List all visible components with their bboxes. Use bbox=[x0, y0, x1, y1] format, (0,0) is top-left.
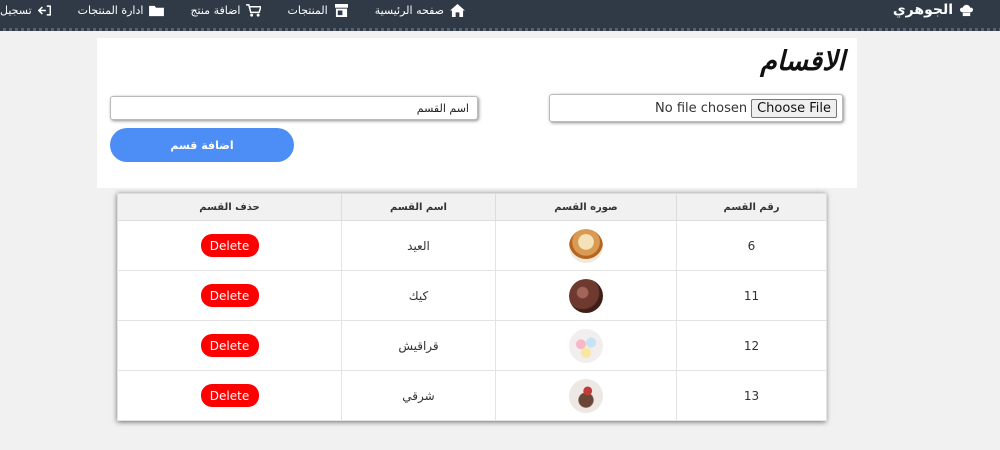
folder-icon bbox=[149, 5, 165, 16]
nav-links: صفحه الرئيسية المنتجات اضافة منتج ادارة … bbox=[0, 0, 465, 20]
cart-icon bbox=[246, 3, 262, 17]
page-title: الاقسام bbox=[760, 46, 845, 77]
chef-hat-icon bbox=[960, 4, 973, 16]
column-header-image: صوره القسم bbox=[495, 193, 677, 221]
choose-file-button[interactable]: Choose File bbox=[751, 98, 837, 118]
category-id: 6 bbox=[676, 220, 827, 271]
nav-item-add-product-label: اضافة منتج bbox=[190, 3, 241, 17]
delete-button[interactable]: Delete bbox=[200, 334, 259, 357]
navbar-divider bbox=[0, 28, 1000, 31]
category-image-cell bbox=[495, 370, 677, 421]
category-image-cell bbox=[495, 220, 677, 271]
nav-item-home[interactable]: صفحه الرئيسية bbox=[374, 3, 465, 17]
add-category-panel: الاقسام No file chosen Choose File اضافة… bbox=[97, 38, 857, 188]
nav-item-logout-label: تسجيل خروج bbox=[0, 3, 32, 17]
delete-button[interactable]: Delete bbox=[200, 234, 259, 257]
column-header-delete: حذف القسم bbox=[117, 193, 342, 221]
column-header-id: رقم القسم bbox=[676, 193, 827, 221]
category-id: 11 bbox=[676, 270, 827, 321]
category-image-cell bbox=[495, 320, 677, 371]
nav-item-logout[interactable]: تسجيل خروج bbox=[0, 4, 52, 17]
category-id: 13 bbox=[676, 370, 827, 421]
category-name: العيد bbox=[341, 220, 496, 271]
oriental-sweets-thumbnail bbox=[569, 378, 603, 413]
add-category-button[interactable]: اضافة قسم bbox=[110, 128, 294, 162]
category-image-cell bbox=[495, 270, 677, 321]
category-name: كيك bbox=[341, 270, 496, 321]
table-row: 11 كيك Delete bbox=[117, 270, 827, 321]
category-name: شرقي bbox=[341, 370, 496, 421]
delete-cell: Delete bbox=[117, 370, 342, 421]
category-name-input[interactable] bbox=[110, 96, 478, 120]
category-id: 12 bbox=[676, 320, 827, 371]
nav-item-manage-products[interactable]: ادارة المنتجات bbox=[78, 4, 165, 17]
table-row: 6 العيد Delete bbox=[117, 220, 827, 271]
delete-button[interactable]: Delete bbox=[200, 284, 259, 307]
categories-table: رقم القسم صوره القسم اسم القسم حذف القسم… bbox=[117, 193, 827, 421]
nav-item-products-label: المنتجات bbox=[287, 3, 328, 17]
brand-name: الجوهري bbox=[892, 2, 953, 18]
delete-button[interactable]: Delete bbox=[200, 384, 259, 407]
store-icon bbox=[334, 3, 348, 17]
nav-item-manage-products-label: ادارة المنتجات bbox=[77, 3, 144, 17]
delete-cell: Delete bbox=[117, 270, 342, 321]
top-navbar: الجوهري صفحه الرئيسية المنتجات اضافة منت… bbox=[0, 0, 1000, 31]
categories-table-card: رقم القسم صوره القسم اسم القسم حذف القسم… bbox=[117, 193, 827, 421]
category-name: قراقيش bbox=[341, 320, 496, 371]
delete-cell: Delete bbox=[117, 220, 342, 271]
table-header-row: رقم القسم صوره القسم اسم القسم حذف القسم bbox=[117, 193, 827, 221]
macarons-thumbnail bbox=[569, 328, 603, 363]
table-row: 12 قراقيش Delete bbox=[117, 320, 827, 371]
table-row: 13 شرقي Delete bbox=[117, 370, 827, 421]
nav-item-add-product[interactable]: اضافة منتج bbox=[190, 3, 262, 17]
file-status: No file chosen bbox=[655, 100, 748, 116]
brand[interactable]: الجوهري bbox=[893, 0, 974, 20]
sign-out-icon bbox=[37, 4, 51, 16]
home-icon bbox=[450, 3, 465, 17]
delete-cell: Delete bbox=[117, 320, 342, 371]
nav-item-products[interactable]: المنتجات bbox=[287, 3, 348, 17]
column-header-name: اسم القسم bbox=[341, 193, 496, 221]
chocolate-cake-thumbnail bbox=[569, 278, 603, 313]
category-image-file-input[interactable]: No file chosen Choose File bbox=[549, 94, 843, 122]
nav-item-home-label: صفحه الرئيسية bbox=[374, 3, 444, 17]
cake-thumbnail bbox=[569, 228, 603, 263]
